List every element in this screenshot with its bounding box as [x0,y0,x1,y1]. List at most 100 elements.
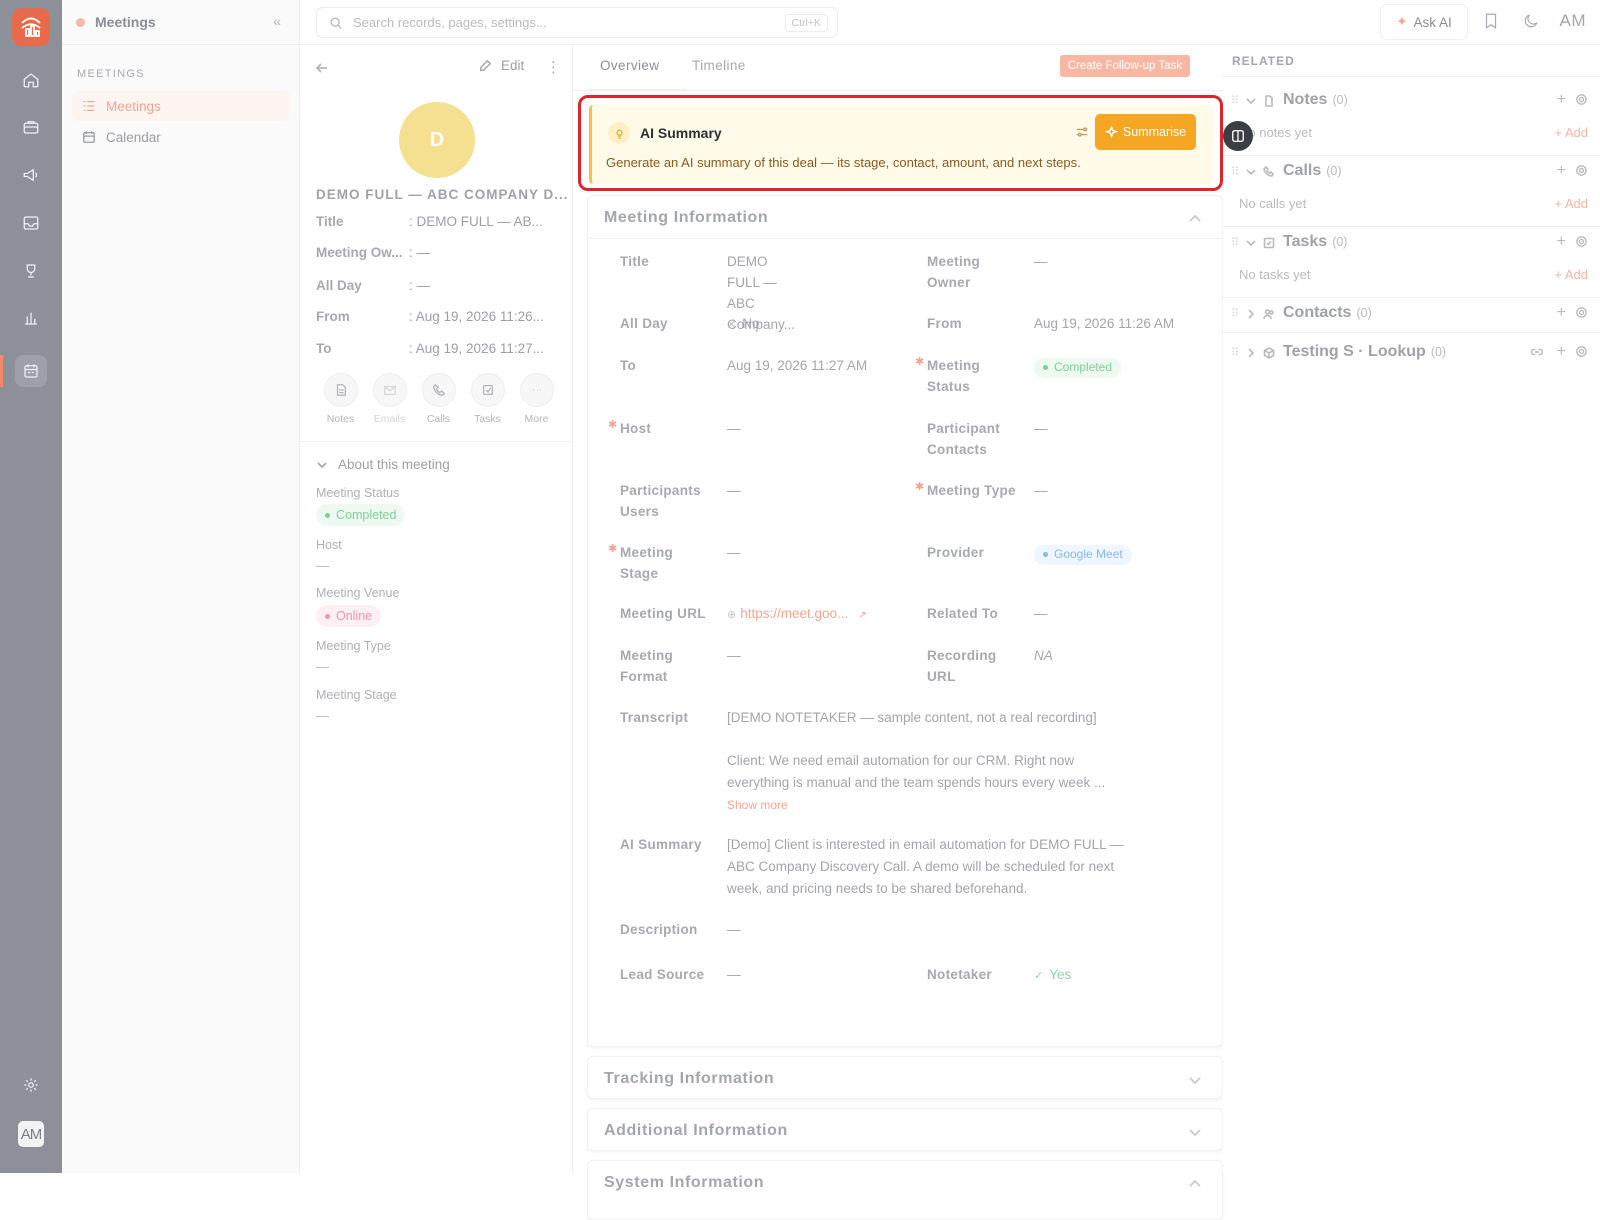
back-arrow-icon[interactable] [314,60,330,81]
megaphone-icon[interactable] [15,159,47,191]
sliders-icon[interactable] [1075,125,1089,144]
add-icon[interactable]: + [1557,343,1566,361]
show-more-link[interactable]: Show more [727,794,1105,816]
nav-section-label: MEETINGS [77,68,145,80]
nav-item-label: Meetings [106,98,161,114]
gear-icon[interactable] [1575,235,1588,253]
drag-handle-icon[interactable]: ⠿ [1231,94,1239,107]
tab-timeline[interactable]: Timeline [692,58,746,73]
calendar-icon[interactable] [15,355,47,387]
create-follow-up-task-button[interactable]: Create Follow-up Task [1059,55,1190,77]
gear-icon[interactable] [1575,164,1588,182]
inbox-icon[interactable] [15,207,47,239]
link-icon[interactable] [1530,345,1544,364]
notes-action[interactable]: Notes [316,373,365,425]
status-badge: Completed [316,504,406,526]
emails-action[interactable]: Emails [365,373,414,425]
user-initials[interactable]: AM [1560,11,1587,31]
add-icon[interactable]: + [1557,304,1566,322]
nav-item-meetings[interactable]: Meetings [72,91,290,121]
summarise-button[interactable]: Summarise [1095,114,1196,150]
add-icon[interactable]: + [1557,162,1566,180]
chevron-down-icon[interactable] [1188,1073,1202,1092]
edit-button[interactable]: Edit [478,58,524,73]
status-badge: Completed [1034,357,1122,378]
chevron-right-icon[interactable] [1245,346,1257,364]
tasks-action[interactable]: Tasks [463,373,512,425]
chevron-down-icon[interactable] [1245,236,1257,254]
about-title: About this meeting [338,457,450,472]
top-bar: Search records, pages, settings... Ctrl+… [300,0,1600,45]
about-value: — [316,659,329,674]
ai-summary-description: Generate an AI summary of this deal — it… [606,155,1081,170]
task-icon [482,384,493,396]
related-panel: RELATED ⠿ Notes (0) + No notes yet + Add … [1223,45,1600,1173]
ask-ai-button[interactable]: ✦ Ask AI [1380,4,1468,40]
chevron-up-icon[interactable] [1188,212,1202,231]
card-divider [588,238,1222,239]
system-information-card[interactable]: System Information [587,1160,1223,1220]
list-icon [83,100,95,112]
panel-toggle-icon[interactable] [1223,121,1253,151]
meeting-information-card: Meeting Information Title DEMO FULL — AB… [587,195,1223,1047]
moon-icon[interactable] [1522,12,1542,32]
gear-icon[interactable] [1575,345,1588,363]
drag-handle-icon[interactable]: ⠿ [1231,346,1239,359]
app-rail: AM [0,0,62,1173]
gear-icon[interactable] [1575,306,1588,324]
add-note-link[interactable]: + Add [1554,125,1588,140]
sparkle-icon [1104,125,1118,139]
section-title: Tracking Information [604,1070,775,1087]
module-nav: Meetings « MEETINGS Meetings Calendar [62,0,300,1173]
tab-overview[interactable]: Overview [600,58,659,73]
trophy-icon[interactable] [15,255,47,287]
about-label: Host [316,538,342,552]
section-title: System Information [604,1174,765,1191]
summary-owner: Meeting Ow...: — [316,245,431,260]
more-options-icon[interactable]: ⋮ [546,58,561,76]
home-icon[interactable] [15,64,47,96]
meeting-url-link[interactable]: https://meet.goo... [740,606,848,621]
divider [300,441,572,442]
app-logo[interactable] [12,8,50,46]
drag-handle-icon[interactable]: ⠿ [1231,236,1239,249]
about-label: Meeting Stage [316,688,397,702]
shortcut-badge: Ctrl+K [784,14,828,32]
record-panel: Edit ⋮ D DEMO FULL — ABC COMPANY D... Ti… [300,45,573,1173]
add-icon[interactable]: + [1557,91,1566,109]
record-avatar: D [399,102,475,178]
chevron-right-icon[interactable] [1245,307,1257,325]
bookmark-icon[interactable] [1482,12,1502,32]
search-input[interactable]: Search records, pages, settings... Ctrl+… [316,7,838,38]
phone-icon [432,383,445,396]
calls-action[interactable]: Calls [414,373,463,425]
chevron-down-icon[interactable] [1188,1125,1202,1144]
chevron-up-icon[interactable] [1188,1177,1202,1196]
active-tab-underline [589,89,687,91]
gear-icon[interactable] [1575,93,1588,111]
phone-icon [1263,165,1275,183]
collapse-icon[interactable]: « [273,13,281,29]
drag-handle-icon[interactable]: ⠿ [1231,165,1239,178]
settings-icon[interactable] [15,1069,47,1101]
briefcase-icon[interactable] [15,111,47,143]
about-label: Meeting Status [316,486,400,500]
bar-chart-icon[interactable] [15,302,47,334]
about-toggle[interactable]: About this meeting [316,457,450,472]
more-action[interactable]: More [512,373,561,425]
chevron-down-icon[interactable] [1245,94,1257,112]
user-avatar[interactable]: AM [18,1121,44,1147]
tracking-information-card[interactable]: Tracking Information [587,1056,1223,1099]
summarise-label: Summarise [1122,125,1187,139]
drag-handle-icon[interactable]: ⠿ [1231,307,1239,320]
ellipsis-icon [533,389,541,391]
add-task-link[interactable]: + Add [1554,267,1588,282]
cube-icon [1263,346,1275,364]
external-link-icon[interactable]: ↗ [858,610,866,621]
summary-all-day: All Day: — [316,278,431,293]
add-call-link[interactable]: + Add [1554,196,1588,211]
additional-information-card[interactable]: Additional Information [587,1108,1223,1151]
add-icon[interactable]: + [1557,233,1566,251]
ai-summary-highlight: AI Summary Generate an AI summary of thi… [578,95,1223,191]
chevron-down-icon[interactable] [1245,165,1257,183]
